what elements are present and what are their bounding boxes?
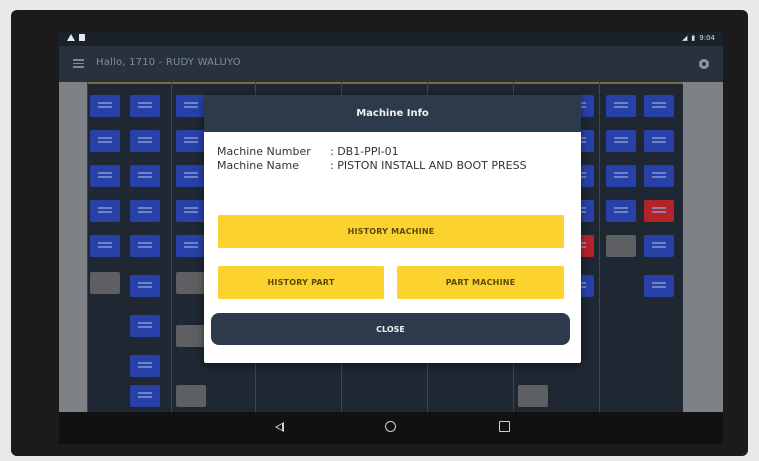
machine-tile[interactable]: [644, 165, 674, 187]
nav-back-icon[interactable]: [275, 422, 284, 432]
dialog-title: Machine Info: [204, 95, 581, 132]
status-time: 9:04: [699, 34, 715, 42]
machine-tile-idle[interactable]: [606, 235, 636, 257]
nav-recent-icon[interactable]: [499, 421, 510, 432]
machine-tile-alert[interactable]: [644, 200, 674, 222]
machine-tile-idle[interactable]: [90, 272, 120, 294]
close-button[interactable]: CLOSE: [211, 313, 570, 345]
machine-tile[interactable]: [176, 165, 206, 187]
line-column: [599, 82, 684, 412]
machine-tile[interactable]: [90, 165, 120, 187]
machine-tile[interactable]: [644, 95, 674, 117]
machine-tile[interactable]: [130, 95, 160, 117]
right-gutter: [683, 82, 723, 412]
machine-tile[interactable]: [90, 130, 120, 152]
status-bar: ◢ ▮ 9:04: [59, 32, 723, 46]
machine-number-row: Machine Number : DB1-PPI-01: [217, 145, 530, 159]
signal-icon: ◢: [682, 34, 688, 42]
machine-tile[interactable]: [90, 200, 120, 222]
machine-tile[interactable]: [176, 95, 206, 117]
machine-tile[interactable]: [644, 130, 674, 152]
machine-tile[interactable]: [644, 235, 674, 257]
machine-tile[interactable]: [644, 275, 674, 297]
machine-tile[interactable]: [130, 355, 160, 377]
machine-tile[interactable]: [606, 95, 636, 117]
machine-name-label: Machine Name: [217, 159, 299, 172]
machine-tile[interactable]: [606, 165, 636, 187]
machine-tile[interactable]: [130, 200, 160, 222]
machine-tile[interactable]: [130, 275, 160, 297]
machine-tile-idle[interactable]: [518, 385, 548, 407]
machine-name-row: Machine Name : PISTON INSTALL AND BOOT P…: [217, 159, 530, 173]
history-part-button[interactable]: HISTORY PART: [218, 266, 384, 299]
machine-tile-idle[interactable]: [176, 325, 206, 347]
machine-tile[interactable]: [130, 130, 160, 152]
machine-info-dialog: Machine Info Machine Number : DB1-PPI-01…: [204, 95, 581, 363]
machine-tile[interactable]: [176, 200, 206, 222]
machine-number-label: Machine Number: [217, 145, 311, 158]
notification-icon: [79, 34, 85, 41]
settings-icon[interactable]: [699, 59, 709, 69]
machine-tile[interactable]: [176, 235, 206, 257]
menu-icon[interactable]: [73, 59, 84, 68]
machine-tile[interactable]: [90, 95, 120, 117]
warning-icon: [67, 34, 75, 41]
line-column: [87, 82, 172, 412]
nav-home-icon[interactable]: [385, 421, 396, 432]
machine-tile[interactable]: [606, 130, 636, 152]
machine-tile[interactable]: [130, 235, 160, 257]
app-bar: Hallo, 1710 - RUDY WALUYO: [59, 46, 723, 82]
battery-icon: ▮: [691, 34, 696, 42]
greeting-title: Hallo, 1710 - RUDY WALUYO: [96, 57, 241, 68]
machine-tile[interactable]: [130, 315, 160, 337]
status-right: ◢ ▮ 9:04: [682, 34, 715, 42]
left-gutter: [59, 82, 87, 412]
machine-tile[interactable]: [606, 200, 636, 222]
machine-tile-idle[interactable]: [176, 272, 206, 294]
machine-number-value: : DB1-PPI-01: [330, 145, 399, 158]
machine-name-value: : PISTON INSTALL AND BOOT PRESS: [330, 159, 527, 172]
machine-tile-idle[interactable]: [176, 385, 206, 407]
machine-tile[interactable]: [130, 165, 160, 187]
machine-tile[interactable]: [176, 130, 206, 152]
android-nav-bar: [59, 412, 723, 444]
part-machine-button[interactable]: PART MACHINE: [397, 266, 564, 299]
history-machine-button[interactable]: HISTORY MACHINE: [218, 215, 564, 248]
machine-tile[interactable]: [90, 235, 120, 257]
machine-info: Machine Number : DB1-PPI-01 Machine Name…: [217, 145, 530, 173]
status-left: [67, 34, 85, 41]
machine-tile[interactable]: [130, 385, 160, 407]
